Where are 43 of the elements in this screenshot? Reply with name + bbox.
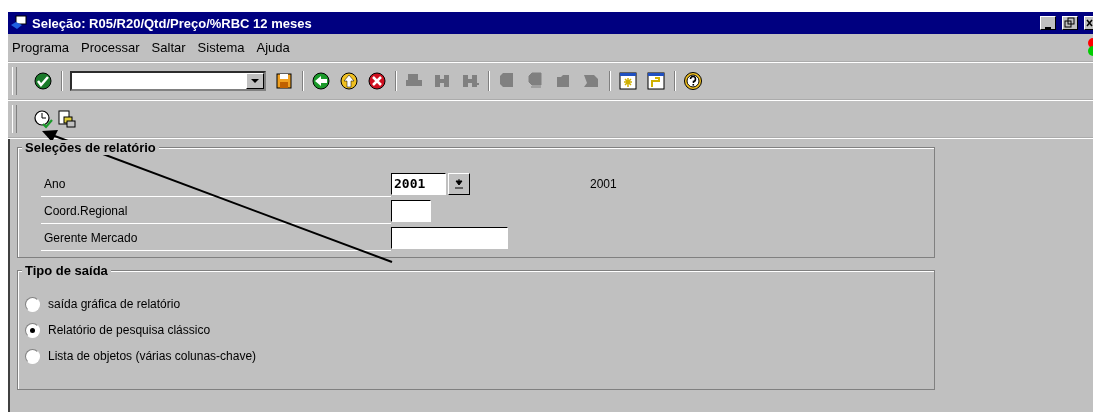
minimize-icon [1045, 27, 1051, 29]
minimize-button[interactable] [1040, 16, 1056, 30]
menu-item[interactable]: Sistema [197, 40, 245, 55]
field-label: Ano [41, 170, 391, 197]
menu-item[interactable]: Saltar [151, 40, 186, 55]
menu-item[interactable]: Processar [81, 40, 140, 55]
save-icon[interactable] [274, 71, 294, 91]
restore-button[interactable] [1062, 16, 1078, 30]
back-icon[interactable] [311, 71, 331, 91]
radio-label: saída gráfica de relatório [48, 297, 181, 311]
radio-button[interactable] [25, 322, 40, 338]
clock-check-icon[interactable] [33, 109, 53, 129]
group-title: Tipo de saída [22, 263, 111, 278]
input-field[interactable] [391, 199, 431, 222]
radio-button[interactable] [25, 296, 40, 312]
restore-icon [1063, 17, 1077, 29]
field-label: Gerente Mercado [41, 224, 391, 251]
menu-item[interactable]: Programa [12, 40, 70, 55]
radio-label: Relatório de pesquisa clássico [48, 323, 211, 337]
year-field[interactable]: 2001 [391, 172, 446, 195]
input-field[interactable] [391, 226, 508, 249]
shortcut-window-icon[interactable] [646, 71, 666, 91]
caret-icon [250, 78, 260, 84]
radio-label: Lista de objetos (várias colunas-chave) [48, 349, 257, 363]
command-field[interactable] [70, 71, 266, 91]
status-light-icon [1087, 38, 1093, 56]
help-icon[interactable] [683, 71, 703, 91]
window-title: Seleção: R05/R20/Qtd/Preço/%RBC 12 meses [32, 15, 313, 31]
group-title: Seleções de relatório [22, 140, 159, 155]
field-description: 2001 [590, 176, 617, 191]
up-arrow-icon[interactable] [339, 71, 359, 91]
new-window-icon[interactable] [618, 71, 638, 91]
field-label: Coord.Regional [41, 197, 391, 224]
cancel-icon[interactable] [367, 71, 387, 91]
radio-button[interactable] [25, 348, 40, 364]
close-button[interactable] [1084, 16, 1093, 30]
menu-item[interactable]: Ajuda [256, 40, 290, 55]
check-icon[interactable] [33, 71, 53, 91]
down-arrow-icon [454, 178, 464, 189]
window-app-icon [10, 15, 28, 31]
documents-icon[interactable] [57, 109, 77, 129]
close-icon [1085, 17, 1093, 29]
dropdown-button[interactable] [448, 172, 470, 195]
